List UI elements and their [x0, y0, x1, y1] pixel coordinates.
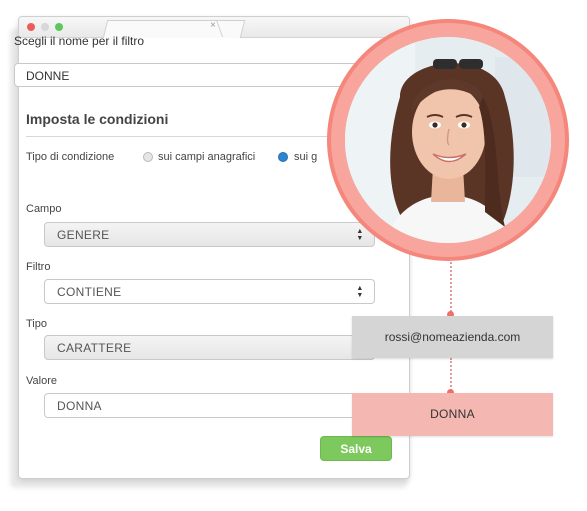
updown-arrows-icon: ▲ ▼ [356, 285, 364, 299]
tab-close-icon[interactable]: × [210, 20, 216, 31]
connector-line [450, 259, 452, 316]
field-select[interactable]: GENERE ▲ ▼ [44, 222, 375, 247]
filter-select[interactable]: CONTIENE ▲ ▼ [44, 279, 375, 304]
radio-groups[interactable] [278, 152, 288, 162]
contact-email-tag: rossi@nomeazienda.com [352, 316, 553, 358]
filter-name-input[interactable]: DONNE [14, 63, 364, 87]
conditions-heading: Imposta le condizioni [26, 111, 169, 127]
field-select-value: GENERE [57, 228, 110, 242]
radio-groups-label[interactable]: sui g [294, 151, 317, 163]
value-input[interactable]: DONNA [44, 393, 375, 418]
save-button[interactable]: Salva [320, 436, 392, 461]
new-tab-shape[interactable] [215, 20, 254, 37]
filter-select-value: CONTIENE [57, 285, 122, 299]
value-label: Valore [26, 375, 57, 387]
radio-personal-fields[interactable] [143, 152, 153, 162]
field-label: Campo [26, 203, 62, 215]
radio-personal-fields-label[interactable]: sui campi anagrafici [158, 151, 255, 163]
type-field[interactable]: CARATTERE [44, 335, 375, 360]
filter-name-label: Scegli il nome per il filtro [14, 34, 145, 48]
type-field-value: CARATTERE [57, 341, 132, 355]
contact-gender-tag: DONNA [352, 393, 553, 436]
filter-label: Filtro [26, 261, 51, 273]
woman-portrait-icon [345, 37, 551, 243]
minimize-window-button[interactable] [41, 23, 49, 31]
section-divider [26, 136, 371, 137]
close-window-button[interactable] [27, 23, 35, 31]
maximize-window-button[interactable] [55, 23, 63, 31]
condition-type-label: Tipo di condizione [26, 151, 115, 163]
type-label: Tipo [26, 318, 47, 330]
updown-arrows-icon: ▲ ▼ [356, 228, 364, 242]
avatar [345, 37, 551, 243]
value-input-value: DONNA [57, 399, 102, 413]
